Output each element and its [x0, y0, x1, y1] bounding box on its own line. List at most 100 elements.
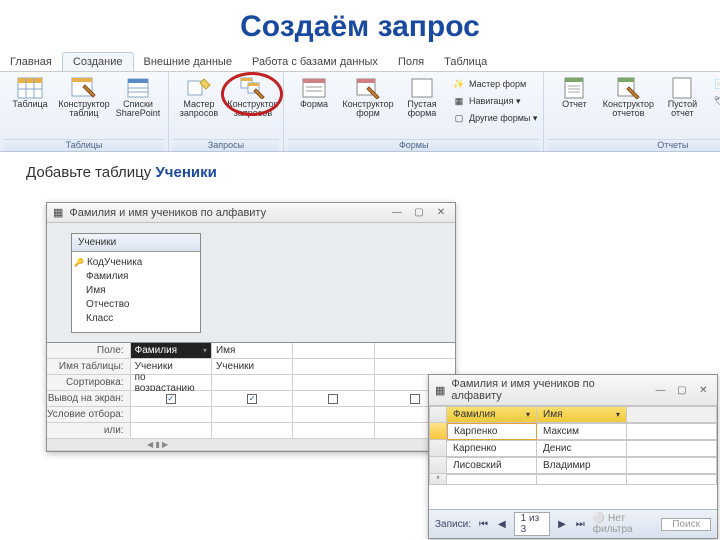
checkbox-unchecked[interactable]	[410, 394, 420, 404]
checkbox-unchecked[interactable]	[328, 394, 338, 404]
btn-form[interactable]: Форма	[288, 74, 340, 109]
checkbox-checked[interactable]: ✓	[166, 394, 176, 404]
field-pk[interactable]: КодУченика	[86, 256, 194, 270]
or-cell[interactable]	[130, 423, 211, 438]
tab-create[interactable]: Создание	[62, 52, 134, 71]
btn-report-design[interactable]: Конструктор отчетов	[602, 74, 654, 119]
form-design-icon	[354, 76, 382, 100]
query-icon: ▦	[53, 206, 63, 219]
btn-report-wizard[interactable]: 📄Мастер отчетов	[710, 76, 720, 92]
nav-last[interactable]: ⏭	[574, 519, 587, 530]
report-icon	[560, 76, 588, 100]
data-cell[interactable]	[627, 423, 717, 440]
field-item[interactable]: Класс	[86, 312, 194, 326]
data-cell[interactable]: Карпенко	[447, 440, 537, 457]
data-cell[interactable]	[627, 457, 717, 474]
select-all-corner[interactable]	[429, 406, 447, 423]
table-cell[interactable]: Ученики	[211, 359, 292, 374]
tab-home[interactable]: Главная	[0, 53, 62, 71]
nav-first[interactable]: ⏮	[477, 519, 490, 530]
sort-cell[interactable]	[292, 375, 373, 390]
btn-sharepoint-lists[interactable]: Списки SharePoint	[112, 74, 164, 119]
btn-form-wizard[interactable]: ✨Мастер форм	[450, 76, 539, 92]
maximize-button[interactable]: ▢	[674, 385, 689, 396]
row-label-criteria: Условие отбора:	[47, 409, 130, 420]
query-icon: ▦	[435, 384, 445, 397]
btn-table-design[interactable]: Конструктор таблиц	[58, 74, 110, 119]
field-cell[interactable]	[292, 343, 373, 358]
show-cell[interactable]: ✓	[130, 391, 211, 406]
minimize-button[interactable]: —	[653, 385, 668, 396]
query-designer-canvas[interactable]: Ученики КодУченика Фамилия Имя Отчество …	[47, 223, 455, 343]
close-button[interactable]: ✕	[433, 207, 449, 218]
tab-database-tools[interactable]: Работа с базами данных	[242, 53, 388, 71]
new-row[interactable]: *	[429, 474, 717, 485]
criteria-cell[interactable]	[211, 407, 292, 422]
btn-blank-form[interactable]: Пустая форма	[396, 74, 448, 119]
data-cell[interactable]: Лисовский	[447, 457, 537, 474]
checkbox-checked[interactable]: ✓	[247, 394, 257, 404]
btn-form-design[interactable]: Конструктор форм	[342, 74, 394, 119]
row-selector[interactable]	[429, 440, 447, 457]
criteria-cell[interactable]	[292, 407, 373, 422]
data-row[interactable]: Лисовский Владимир	[429, 457, 717, 474]
row-label-sort: Сортировка:	[47, 377, 130, 388]
search-box[interactable]: Поиск	[661, 518, 711, 531]
nav-next[interactable]: ▶	[556, 519, 568, 530]
or-cell[interactable]	[292, 423, 373, 438]
data-cell[interactable]	[627, 474, 717, 485]
data-cell[interactable]	[447, 474, 537, 485]
tab-table[interactable]: Таблица	[434, 53, 497, 71]
dropdown-icon[interactable]: ▾	[203, 346, 207, 355]
data-row[interactable]: Карпенко Денис	[429, 440, 717, 457]
column-header[interactable]: Фамилия▾	[447, 406, 537, 423]
row-selector[interactable]	[429, 423, 447, 440]
sort-cell[interactable]: по возрастанию	[130, 375, 211, 390]
filter-status[interactable]: ⚪ Нет фильтра	[593, 513, 655, 535]
data-cell[interactable]	[627, 440, 717, 457]
tab-fields[interactable]: Поля	[388, 53, 434, 71]
show-cell[interactable]: ✓	[211, 391, 292, 406]
or-cell[interactable]	[211, 423, 292, 438]
field-item[interactable]: Имя	[86, 284, 194, 298]
data-cell[interactable]: Карпенко	[447, 423, 537, 440]
sort-cell[interactable]	[211, 375, 292, 390]
data-cell[interactable]	[537, 474, 627, 485]
nav-position[interactable]: 1 из 3	[514, 512, 550, 536]
maximize-button[interactable]: ▢	[411, 207, 427, 218]
table-box-students[interactable]: Ученики КодУченика Фамилия Имя Отчество …	[71, 233, 201, 333]
btn-report[interactable]: Отчет	[548, 74, 600, 109]
ribbon-group-forms: Форма Конструктор форм Пустая форма ✨Мас…	[284, 72, 544, 151]
field-cell[interactable]: Имя	[211, 343, 292, 358]
btn-navigation[interactable]: ▦Навигация ▾	[450, 93, 539, 109]
btn-other-forms[interactable]: ▢Другие формы ▾	[450, 110, 539, 126]
nav-prev[interactable]: ◀	[496, 519, 508, 530]
column-header[interactable]: Имя▾	[537, 406, 627, 423]
ribbon-group-tables: Таблица Конструктор таблиц Списки ShareP…	[0, 72, 169, 151]
show-cell[interactable]	[292, 391, 373, 406]
table-cell[interactable]	[292, 359, 373, 374]
criteria-cell[interactable]	[130, 407, 211, 422]
tab-external-data[interactable]: Внешние данные	[134, 53, 242, 71]
field-cell[interactable]: Фамилия▾	[130, 343, 211, 358]
btn-query-design[interactable]: Конструктор запросов	[227, 74, 279, 119]
btn-table[interactable]: Таблица	[4, 74, 56, 109]
field-cell[interactable]	[374, 343, 455, 358]
field-item[interactable]: Фамилия	[86, 270, 194, 284]
data-cell[interactable]: Владимир	[537, 457, 627, 474]
data-cell[interactable]: Максим	[537, 423, 627, 440]
close-button[interactable]: ✕	[696, 385, 711, 396]
minimize-button[interactable]: —	[389, 207, 405, 218]
btn-blank-report[interactable]: Пустой отчет	[656, 74, 708, 119]
result-titlebar[interactable]: ▦ Фамилия и имя учеников по алфавиту — ▢…	[429, 375, 717, 406]
table-fields-list[interactable]: КодУченика Фамилия Имя Отчество Класс	[72, 252, 200, 332]
table-cell[interactable]	[374, 359, 455, 374]
data-cell[interactable]: Денис	[537, 440, 627, 457]
field-item[interactable]: Отчество	[86, 298, 194, 312]
window-titlebar[interactable]: ▦ Фамилия и имя учеников по алфавиту — ▢…	[47, 203, 455, 223]
row-selector[interactable]	[429, 457, 447, 474]
group-label-queries: Запросы	[173, 139, 279, 151]
data-row[interactable]: Карпенко Максим	[429, 423, 717, 440]
btn-query-wizard[interactable]: Мастер запросов	[173, 74, 225, 119]
btn-labels[interactable]: 🏷Наклейки	[710, 93, 720, 109]
